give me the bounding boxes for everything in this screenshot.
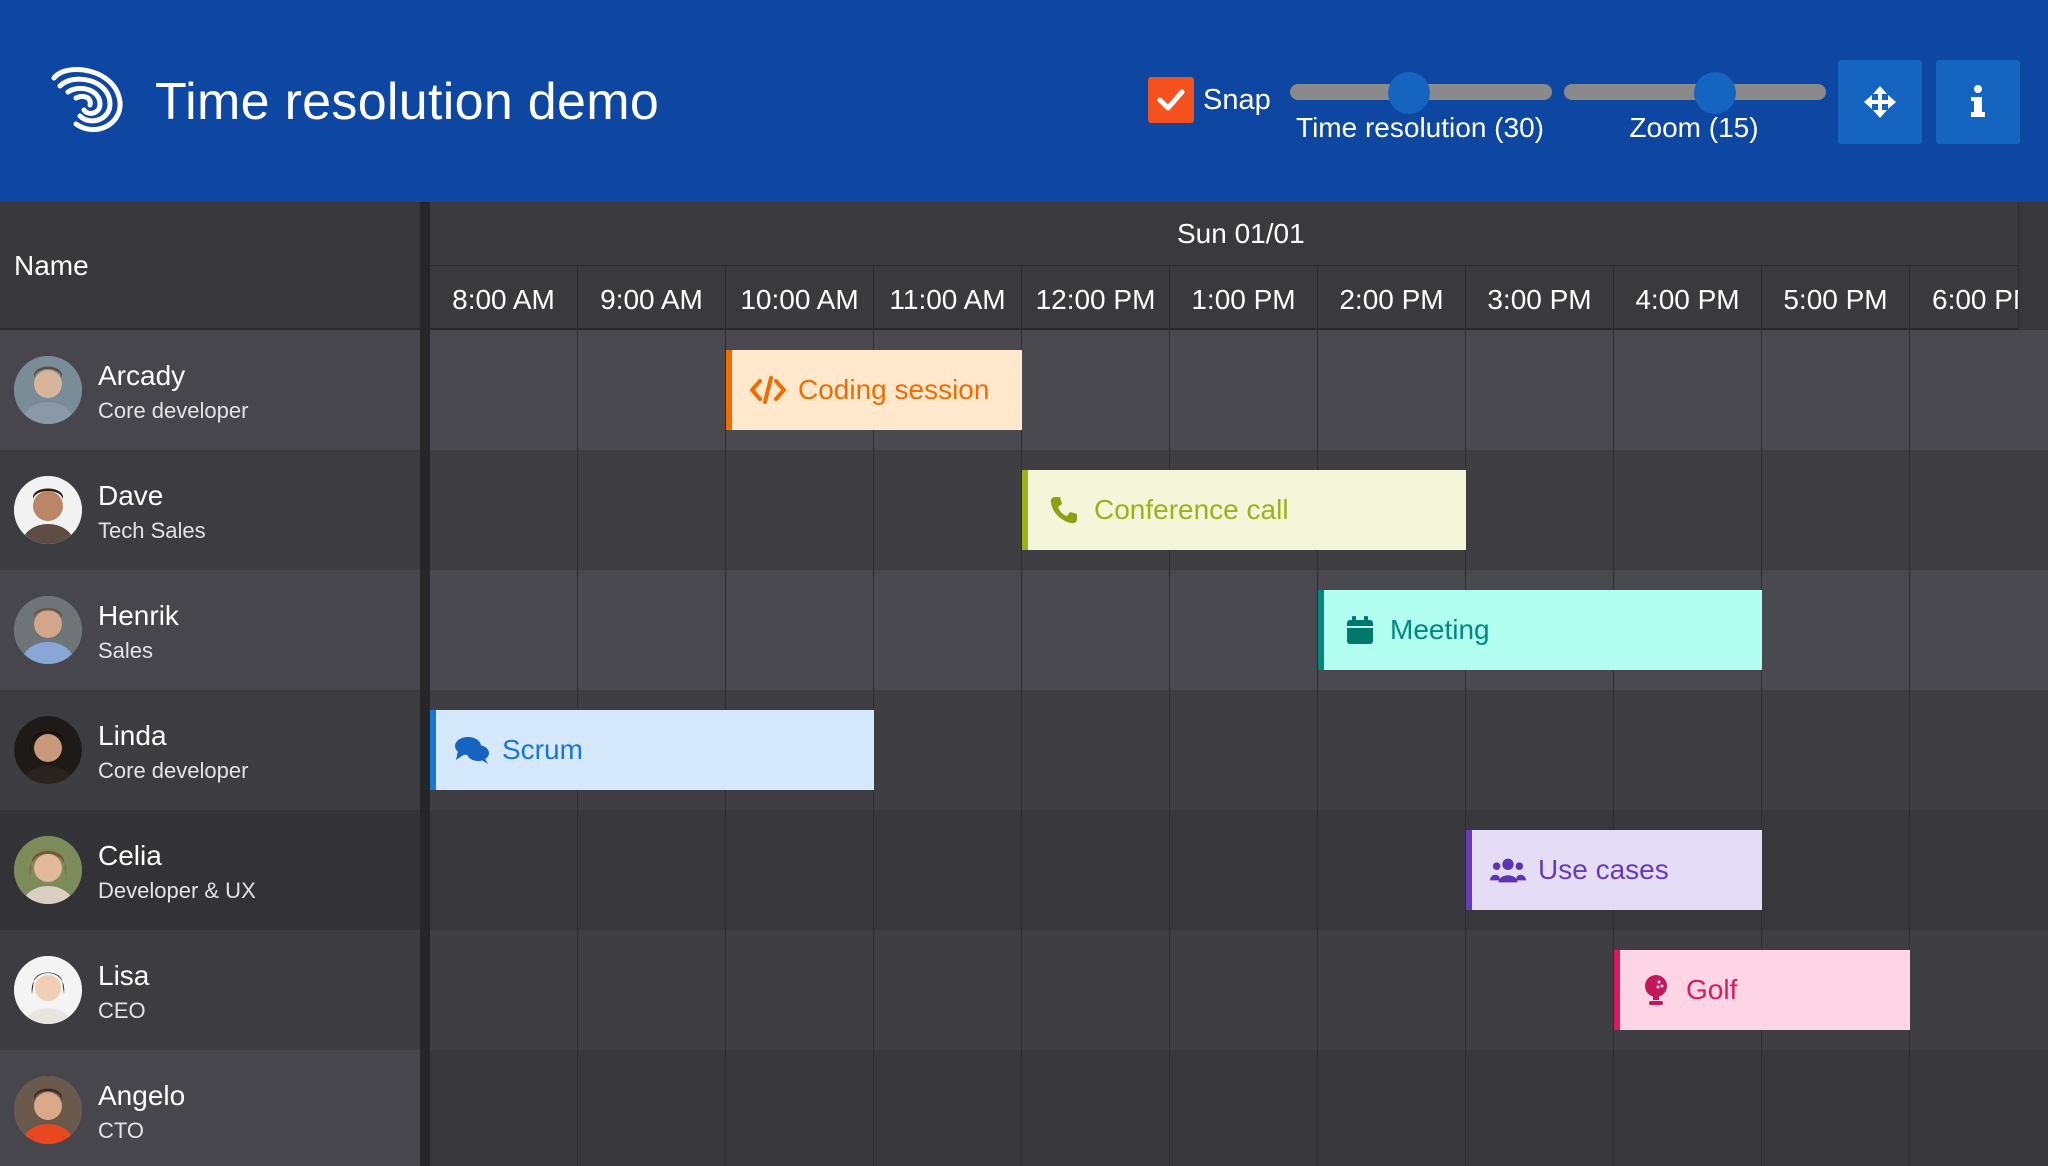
move-button[interactable] [1838,60,1922,144]
event-title: Conference call [1094,494,1289,525]
date-header-row: Sun 01/01 [430,202,2018,266]
hour-gridline [1021,330,1022,1166]
resource-row[interactable]: Dave Tech Sales [0,450,420,570]
hour-header-cell: 9:00 AM [578,266,726,328]
event-bar[interactable]: Use cases [1466,830,1762,910]
resource-row[interactable]: Angelo CTO [0,1050,420,1166]
hour-header-cell: 4:00 PM [1614,266,1762,328]
hour-gridline [1761,330,1762,1166]
snap-checkbox[interactable] [1148,77,1194,123]
event-title: Meeting [1390,614,1490,645]
event-title: Use cases [1538,854,1669,885]
info-button[interactable] [1936,60,2020,144]
resource-row[interactable]: Linda Core developer [0,690,420,810]
hour-header-cell: 12:00 PM [1022,266,1170,328]
slider-thumb[interactable] [1694,72,1736,114]
column-splitter[interactable] [420,202,430,1166]
avatar [14,956,82,1024]
avatar [14,1076,82,1144]
timeline-row[interactable] [430,810,2048,930]
event-title: Golf [1686,974,1738,1005]
resource-role: Sales [98,638,154,663]
checkmark-icon [1157,89,1185,111]
resource-name: Dave [98,480,164,511]
date-label: Sun 01/01 [1177,218,1305,249]
app-title: Time resolution demo [155,73,660,131]
info-icon [1971,85,1985,117]
slider-thumb[interactable] [1388,72,1430,114]
name-column-label: Name [14,250,89,281]
timeline-grid[interactable]: Coding session Conference call Meeting S… [430,330,2048,1166]
name-column-header[interactable]: Name [0,202,420,330]
hour-header-cell: 2:00 PM [1318,266,1466,328]
resource-name: Angelo [98,1080,186,1111]
resource-role: Core developer [98,398,249,423]
hour-header-cell: 1:00 PM [1170,266,1318,328]
code-icon [750,372,786,408]
avatar [14,356,82,424]
resource-role: CEO [98,998,146,1023]
hour-gridline [1613,330,1614,1166]
hour-header-cell: 11:00 AM [874,266,1022,328]
users-icon [1490,852,1526,888]
app-header: Time resolution demo Snap Time resolutio… [0,0,2048,202]
hour-gridline [1169,330,1170,1166]
golf-icon [1638,972,1674,1008]
resource-role: Tech Sales [98,518,206,543]
resource-name: Linda [98,720,167,751]
resource-role: CTO [98,1118,145,1143]
event-bar[interactable]: Meeting [1318,590,1762,670]
avatar [14,476,82,544]
resource-name: Celia [98,840,162,871]
resource-row[interactable]: Henrik Sales [0,570,420,690]
hour-header-cell: 3:00 PM [1466,266,1614,328]
hour-gridline [1909,330,1910,1166]
resource-name: Lisa [98,960,150,991]
event-bar[interactable]: Conference call [1022,470,1466,550]
resource-row[interactable]: Celia Developer & UX [0,810,420,930]
avatar [14,596,82,664]
resource-name: Henrik [98,600,179,631]
zoom-label: Zoom (15) [1629,112,1759,143]
event-title: Coding session [798,374,990,405]
time-header: Sun 01/01 8:00 AM 9:00 AM 10:00 AM 11:00… [430,202,2018,330]
resource-name: Arcady [98,360,186,391]
avatar [14,716,82,784]
snap-label: Snap [1203,83,1271,116]
event-title: Scrum [502,734,583,765]
resource-row[interactable]: Lisa CEO [0,930,420,1050]
event-bar[interactable]: Coding session [726,350,1022,430]
phone-icon [1046,492,1082,528]
event-bar[interactable]: Scrum [430,710,874,790]
logo-icon [46,58,126,138]
hour-header-cell: 8:00 AM [430,266,578,328]
time-resolution-label: Time resolution (30) [1296,112,1544,143]
hour-header-cell: 6:00 PM [1910,266,2018,328]
comments-icon [454,732,490,768]
event-bar[interactable]: Golf [1614,950,1910,1030]
avatar [14,836,82,904]
resource-role: Developer & UX [98,878,256,903]
timeline-row[interactable] [430,570,2048,690]
hour-gridline [1317,330,1318,1166]
resource-role: Core developer [98,758,249,783]
calendar-icon [1342,612,1378,648]
hour-gridline [1465,330,1466,1166]
resource-row[interactable]: Arcady Core developer [0,330,420,450]
timeline-row[interactable] [430,1050,2048,1166]
hour-header-cell: 5:00 PM [1762,266,1910,328]
header-scroll-corner [2018,202,2048,330]
move-arrows-icon [1864,86,1896,118]
timeline-row[interactable] [430,330,2048,450]
snap-toggle[interactable]: Snap [1148,77,1271,123]
hour-header-cell: 10:00 AM [726,266,874,328]
